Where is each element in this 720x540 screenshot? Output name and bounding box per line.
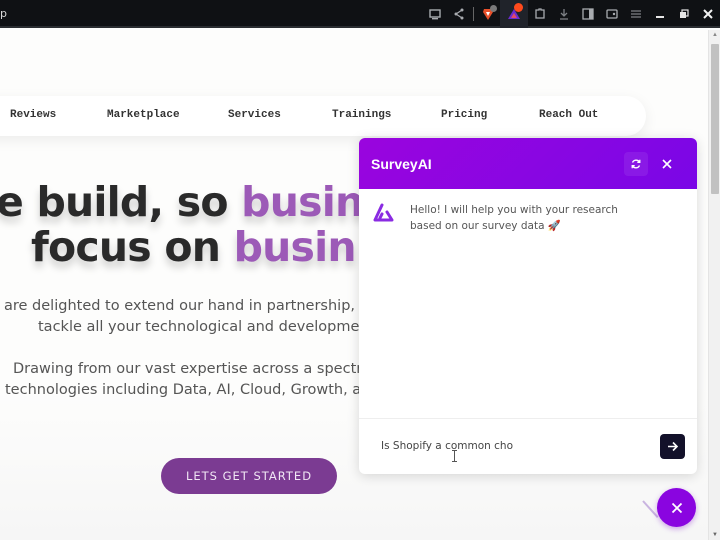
chat-composer [359,418,697,474]
nav-item-trainings[interactable]: Trainings [332,109,391,121]
close-chat-button[interactable] [655,152,679,176]
downloads-icon[interactable] [552,0,576,28]
scroll-thumb[interactable] [711,44,719,194]
chat-header: SurveyAI [359,138,697,189]
nav-item-services[interactable]: Services [228,109,281,121]
main-navigation: Reviews Marketplace Services Trainings P… [0,96,646,136]
cast-icon[interactable] [423,0,447,28]
toolbar-divider [473,7,474,21]
browser-toolbar: p [0,0,720,28]
share-icon[interactable] [447,0,471,28]
shields-badge [490,5,497,12]
wallet-icon[interactable] [600,0,624,28]
chat-message-input[interactable] [381,436,651,456]
hero-section: e build, so busin focus on busin are del… [0,150,365,430]
nav-item-reviews[interactable]: Reviews [10,109,56,121]
extensions-icon[interactable] [528,0,552,28]
hero-paragraph-1-line-1: are delighted to extend our hand in part… [4,298,365,314]
surveyai-logo-icon [373,203,394,222]
nav-item-marketplace[interactable]: Marketplace [107,109,180,121]
hero-title-line1-highlight: busin [241,178,364,226]
hero-title-line2-plain: focus on [31,223,234,271]
scroll-down-arrow-icon[interactable]: ▼ [712,532,718,538]
nav-item-pricing[interactable]: Pricing [441,109,487,121]
surveyai-chat-widget: SurveyAI Hello! I will help you with you… [359,138,697,474]
toggle-chat-fab[interactable] [657,488,696,527]
hero-title-line2-highlight: busin [233,223,357,271]
tab-title-fragment[interactable]: p [0,7,7,20]
chat-title: SurveyAI [371,156,432,172]
close-window-icon[interactable] [696,0,720,28]
scroll-up-arrow-icon[interactable]: ▲ [712,32,718,38]
hero-paragraph-2-line-2: technologies including Data, AI, Cloud, … [5,382,365,398]
page-scrollbar[interactable]: ▲ ▼ [708,30,720,540]
brave-shields-icon[interactable] [476,0,500,28]
send-message-button[interactable] [660,434,685,459]
close-icon [671,502,682,513]
text-cursor-icon [452,450,457,462]
brave-rewards-icon[interactable] [502,0,526,28]
restore-icon[interactable] [672,0,696,28]
arrow-right-icon [668,441,679,452]
sidebar-icon[interactable] [576,0,600,28]
lets-get-started-button[interactable]: LETS GET STARTED [161,458,337,494]
refresh-chat-button[interactable] [624,152,648,176]
bot-message-text: Hello! I will help you with your researc… [410,204,618,232]
rewards-badge [514,3,523,12]
close-icon [662,159,672,169]
nav-item-reach-out[interactable]: Reach Out [539,109,598,121]
chat-message-bot: Hello! I will help you with your researc… [373,202,650,234]
minimize-icon[interactable] [648,0,672,28]
hero-title-line1-plain: e build, so [0,178,242,226]
menu-icon[interactable] [624,0,648,28]
hero-title: e build, so busin focus on busin [0,180,365,275]
refresh-icon [631,159,641,169]
hero-paragraph-1-line-2: tackle all your technological and develo… [38,319,365,335]
hero-paragraph-2-line-1: Drawing from our vast expertise across a… [13,361,365,377]
